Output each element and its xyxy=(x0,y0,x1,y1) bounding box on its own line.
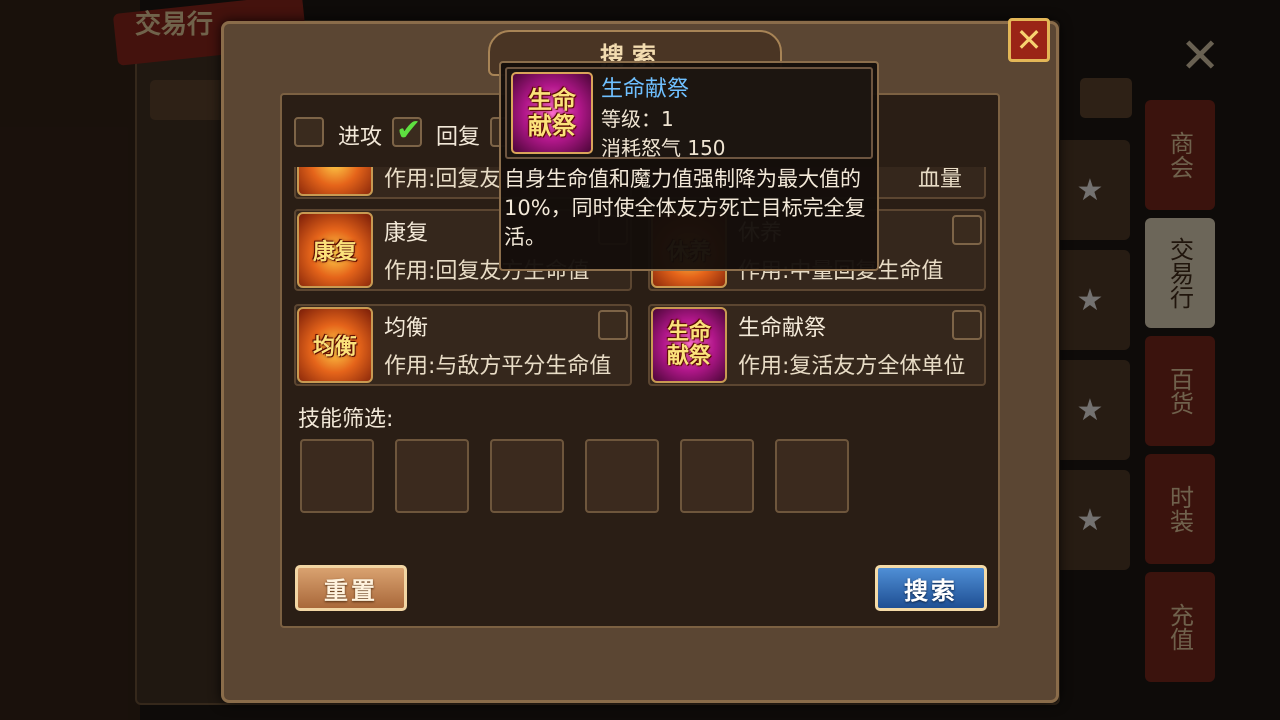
attack-label: 进攻 xyxy=(338,125,383,150)
skill-icon-recovery: 康复 xyxy=(297,212,373,288)
background-close-icon: ✕ xyxy=(1180,28,1221,84)
star-icon: ★ xyxy=(1050,250,1130,350)
reset-button[interactable]: 重置 xyxy=(295,565,407,611)
skill-name: 生命献祭 xyxy=(738,316,827,341)
skill-card-balance[interactable]: 均衡 均衡 作用:与敌方平分生命值 xyxy=(294,304,632,386)
right-tab-bar: 商会 交易行 百货 时装 充值 xyxy=(1145,100,1220,682)
skill-icon-life-sacrifice: 生命献祭 xyxy=(651,307,727,383)
left-side-panel xyxy=(0,0,140,720)
skill-name: 康复 xyxy=(384,221,429,246)
trading-house-title: 交易行 xyxy=(135,10,214,40)
skill-name: 均衡 xyxy=(384,316,429,341)
skill-card-life-sacrifice[interactable]: 生命献祭 生命献祭 作用:复活友方全体单位 xyxy=(648,304,986,386)
skill-slot-3[interactable] xyxy=(490,439,564,513)
tab-fashion: 时装 xyxy=(1145,454,1215,564)
heal-checkbox[interactable]: ✔ xyxy=(392,113,422,148)
close-button[interactable]: ✕ xyxy=(1008,18,1050,62)
heal-label: 回复 xyxy=(436,125,481,150)
tooltip-skill-icon: 生命献祭 xyxy=(511,72,593,154)
skill-checkbox[interactable] xyxy=(952,215,982,245)
skill-slot-6[interactable] xyxy=(775,439,849,513)
skill-checkbox[interactable] xyxy=(952,310,982,340)
skill-icon-partial xyxy=(297,167,373,196)
skill-desc: 作用:与敌方平分生命值 xyxy=(384,354,612,379)
skill-desc-partial: 作用:回复友 xyxy=(384,167,502,192)
tab-department-store: 百货 xyxy=(1145,336,1215,446)
skill-checkbox[interactable] xyxy=(598,310,628,340)
skill-slot-2[interactable] xyxy=(395,439,469,513)
skill-desc-partial-right: 血量 xyxy=(918,167,963,192)
checkmark-icon: ✔ xyxy=(396,113,422,148)
tooltip-skill-name: 生命献祭 xyxy=(601,77,690,102)
skill-desc: 作用:复活友方全体单位 xyxy=(738,354,966,379)
attack-checkbox[interactable] xyxy=(294,117,324,147)
search-button[interactable]: 搜索 xyxy=(875,565,987,611)
tooltip-rage-cost: 消耗怒气 150 xyxy=(601,136,726,160)
tab-chamber: 商会 xyxy=(1145,100,1215,210)
skill-slot-4[interactable] xyxy=(585,439,659,513)
tooltip-skill-level: 等级：1 xyxy=(601,107,674,131)
tab-recharge: 充值 xyxy=(1145,572,1215,682)
tab-trading-house: 交易行 xyxy=(1145,218,1215,328)
tooltip-icon-text: 生命献祭 xyxy=(528,86,576,140)
skill-icon-text: 生命献祭 xyxy=(666,320,711,369)
tooltip-header: 生命献祭 生命献祭 等级：1 消耗怒气 150 xyxy=(505,67,873,160)
star-icon: ★ xyxy=(1050,470,1130,570)
background-search-icon xyxy=(1080,78,1132,118)
skill-icon-balance: 均衡 xyxy=(297,307,373,383)
close-icon: ✕ xyxy=(1015,21,1043,59)
skill-tooltip: 生命献祭 生命献祭 等级：1 消耗怒气 150 自身生命值和魔力值强制降为最大值… xyxy=(499,61,879,271)
skill-slot-5[interactable] xyxy=(680,439,754,513)
star-icon: ★ xyxy=(1050,360,1130,460)
skill-slot-1[interactable] xyxy=(300,439,374,513)
star-icon: ★ xyxy=(1050,140,1130,240)
tooltip-description: 自身生命值和魔力值强制降为最大值的10%，同时使全体友方死亡目标完全复活。 xyxy=(504,167,866,249)
skill-filter-label: 技能筛选: xyxy=(298,407,394,432)
